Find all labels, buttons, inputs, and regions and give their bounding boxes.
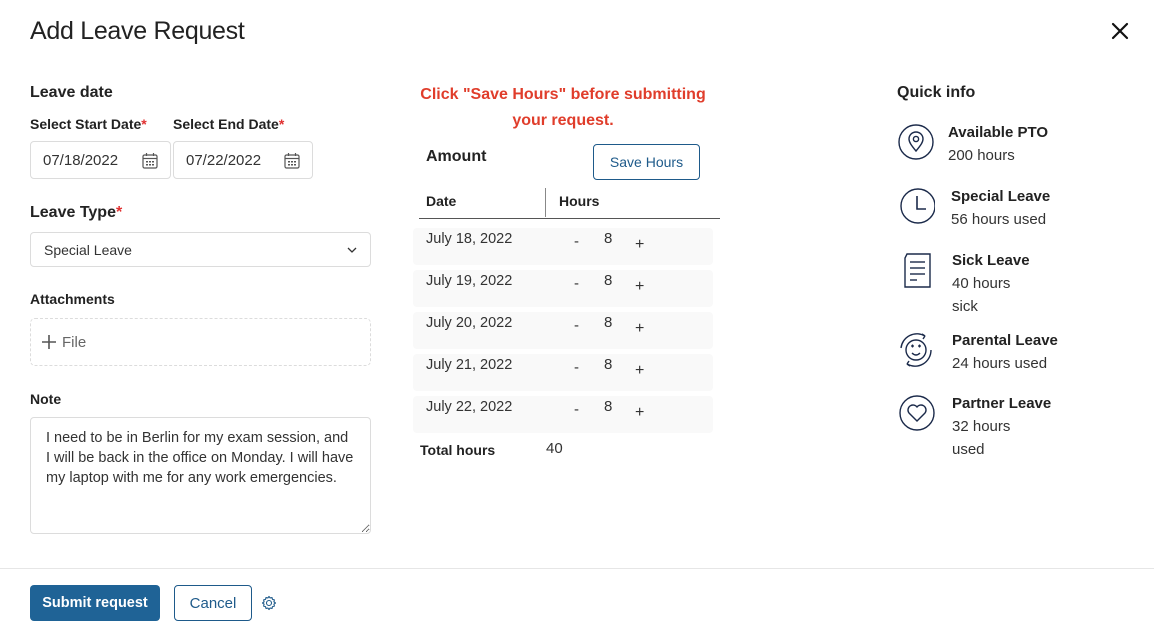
quick-info-item: Parental Leave 24 hours used	[897, 330, 1062, 375]
total-hours-value: 40	[546, 440, 563, 457]
required-mark: *	[115, 204, 123, 221]
end-date-label-text: Select End Date	[173, 116, 279, 132]
leave-type-select[interactable]: Special Leave	[30, 232, 371, 267]
quick-info-sub: 32 hours used	[952, 418, 1011, 458]
location-pin-icon	[898, 124, 934, 160]
clock-icon	[900, 188, 935, 224]
submit-request-button[interactable]: Submit request	[30, 585, 160, 621]
decrement-button[interactable]: -	[574, 401, 579, 418]
dialog-title: Add Leave Request	[30, 17, 245, 45]
quick-info-sub: 24 hours used	[952, 355, 1048, 372]
row-date: July 21, 2022	[426, 357, 513, 373]
gear-icon[interactable]	[261, 595, 277, 611]
row-date: July 20, 2022	[426, 315, 513, 331]
calendar-icon[interactable]	[142, 152, 158, 169]
total-hours-label: Total hours	[420, 442, 496, 458]
column-header-date: Date	[426, 193, 457, 209]
start-date-input[interactable]: 07/18/2022	[30, 141, 171, 179]
increment-button[interactable]: +	[635, 362, 644, 380]
hours-value: 8	[604, 272, 613, 289]
quick-info-heading: Quick info	[897, 84, 976, 101]
leave-type-label: Leave Type*	[30, 204, 122, 222]
start-date-value: 07/18/2022	[43, 151, 119, 169]
required-mark: *	[278, 116, 285, 132]
quick-info-sub: 40 hours sick	[952, 275, 1011, 315]
increment-button[interactable]: +	[635, 236, 644, 254]
required-mark: *	[141, 116, 147, 132]
quick-info-title: Parental Leave	[952, 332, 1058, 349]
hours-value: 8	[604, 398, 613, 415]
column-divider	[545, 188, 546, 217]
footer-divider	[0, 568, 1154, 569]
leave-type-label-text: Leave Type	[30, 204, 116, 221]
quick-info-sub: 200 hours	[948, 147, 1015, 164]
file-button-label: File	[62, 333, 87, 351]
end-date-input[interactable]: 07/22/2022	[173, 141, 313, 179]
row-date: July 22, 2022	[426, 399, 513, 415]
quick-info-sub: 56 hours used	[951, 211, 1047, 228]
document-icon	[904, 253, 931, 288]
hours-value: 8	[604, 356, 613, 373]
decrement-button[interactable]: -	[574, 275, 579, 292]
attachments-label: Attachments	[30, 291, 115, 307]
quick-info-title: Partner Leave	[952, 395, 1052, 412]
start-date-label: Select Start Date*	[30, 116, 147, 132]
table-row: July 19, 2022 - 8 +	[413, 270, 713, 307]
increment-button[interactable]: +	[635, 404, 644, 422]
quick-info-title: Available PTO	[948, 124, 1049, 141]
quick-info-item: Available PTO 200 hours	[897, 122, 1058, 167]
row-date: July 19, 2022	[426, 273, 513, 289]
amount-heading: Amount	[426, 148, 487, 165]
start-date-label-text: Select Start Date	[30, 116, 142, 132]
leave-type-value: Special Leave	[44, 241, 132, 258]
row-date: July 18, 2022	[426, 231, 513, 247]
note-label: Note	[30, 391, 62, 407]
quick-info-title: Special Leave	[951, 188, 1051, 205]
decrement-button[interactable]: -	[574, 317, 579, 334]
quick-info-item: Special Leave 56 hours used	[897, 186, 1061, 231]
increment-button[interactable]: +	[635, 320, 644, 338]
table-row: July 20, 2022 - 8 +	[413, 312, 713, 349]
decrement-button[interactable]: -	[574, 359, 579, 376]
end-date-label: Select End Date*	[173, 116, 284, 132]
leave-date-heading: Leave date	[30, 84, 113, 101]
column-header-hours: Hours	[559, 193, 600, 209]
baby-face-icon	[900, 333, 932, 367]
hours-value: 8	[604, 230, 613, 247]
heart-icon	[899, 395, 935, 431]
quick-info-item: Partner Leave 32 hours used	[897, 393, 1051, 461]
hours-value: 8	[604, 314, 613, 331]
header-divider	[419, 218, 720, 219]
chevron-down-icon	[347, 247, 357, 253]
plus-icon	[42, 335, 56, 349]
add-file-button[interactable]: File	[30, 318, 371, 366]
save-hours-warning: Click "Save Hours" before submitting you…	[420, 86, 706, 129]
quick-info-title: Sick Leave	[952, 252, 1030, 269]
quick-info-item: Sick Leave 40 hours sick	[897, 250, 1030, 318]
decrement-button[interactable]: -	[574, 233, 579, 250]
end-date-value: 07/22/2022	[186, 151, 262, 169]
save-hours-button[interactable]: Save Hours	[593, 144, 700, 180]
cancel-button[interactable]: Cancel	[174, 585, 252, 621]
note-textarea[interactable]: I need to be in Berlin for my exam sessi…	[30, 417, 371, 534]
calendar-icon[interactable]	[284, 152, 300, 169]
close-icon[interactable]	[1109, 20, 1131, 42]
table-row: July 22, 2022 - 8 +	[413, 396, 713, 433]
table-row: July 18, 2022 - 8 +	[413, 228, 713, 265]
table-row: July 21, 2022 - 8 +	[413, 354, 713, 391]
increment-button[interactable]: +	[635, 278, 644, 296]
